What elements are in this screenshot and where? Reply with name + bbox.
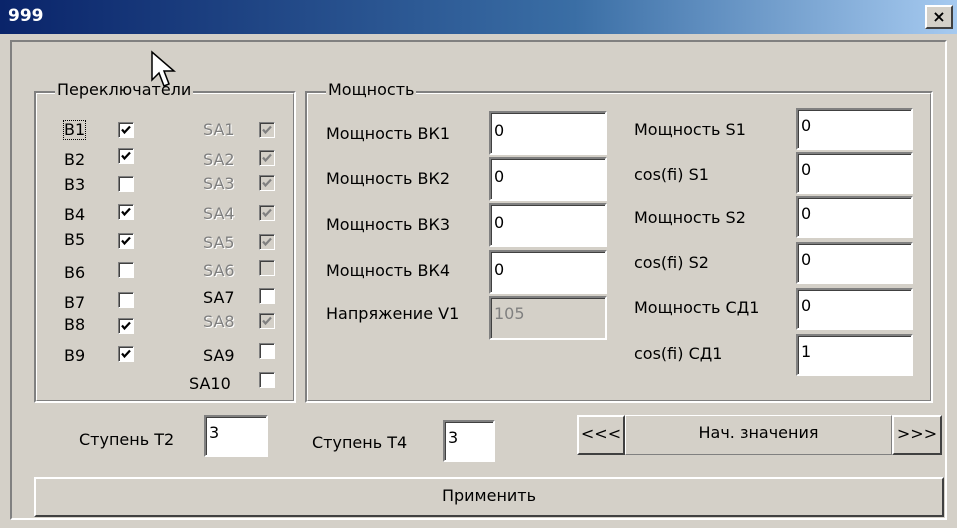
checkmark-icon — [121, 125, 131, 135]
b1-checkbox[interactable] — [118, 122, 134, 138]
b4-checkbox[interactable] — [118, 204, 134, 220]
sa6-checkbox — [259, 260, 275, 276]
b8-label: B8 — [64, 315, 86, 334]
title-bar: 999 × — [0, 0, 957, 34]
b9-label: B9 — [64, 346, 86, 365]
sa1-checkbox — [259, 122, 275, 138]
close-icon: × — [932, 7, 946, 26]
preset-name-display: Нач. значения — [625, 415, 892, 455]
power-bk4-input[interactable]: 0 — [489, 250, 607, 294]
sa5-checkbox — [259, 234, 275, 250]
power-bk1-label: Мощность ВК1 — [326, 124, 451, 143]
checkmark-icon — [262, 178, 272, 188]
sa7-label: SA7 — [203, 288, 235, 307]
voltage-v1-input: 105 — [489, 296, 607, 340]
sa3-checkbox — [259, 175, 275, 191]
sa9-label: SA9 — [203, 346, 235, 365]
cosfi-s1-label: cos(fi) S1 — [634, 165, 709, 184]
stage-t4-label: Ступень Т4 — [312, 433, 408, 452]
checkmark-icon — [262, 237, 272, 247]
sa1-label: SA1 — [203, 120, 235, 139]
checkmark-icon — [262, 316, 272, 326]
power-bk2-input[interactable]: 0 — [489, 157, 607, 201]
sa7-checkbox[interactable] — [259, 288, 275, 304]
power-sd1-label: Мощность СД1 — [634, 298, 760, 317]
apply-button[interactable]: Применить — [34, 477, 944, 517]
sa10-checkbox[interactable] — [259, 372, 275, 388]
window-title: 999 — [8, 6, 44, 26]
sa8-checkbox — [259, 313, 275, 329]
b7-label: B7 — [64, 293, 86, 312]
sa2-checkbox — [259, 150, 275, 166]
stage-t2-label: Ступень Т2 — [79, 430, 175, 449]
power-bk3-label: Мощность ВК3 — [326, 215, 451, 234]
power-bk4-label: Мощность ВК4 — [326, 261, 451, 280]
checkmark-icon — [121, 349, 131, 359]
checkmark-icon — [121, 207, 131, 217]
checkmark-icon — [262, 208, 272, 218]
sa4-label: SA4 — [203, 204, 235, 223]
b6-label: B6 — [64, 263, 86, 282]
voltage-v1-label: Напряжение V1 — [326, 304, 460, 323]
next-preset-button[interactable]: >>> — [892, 415, 942, 455]
b2-label: B2 — [64, 150, 86, 169]
b6-checkbox[interactable] — [118, 262, 134, 278]
power-bk2-label: Мощность ВК2 — [326, 169, 451, 188]
cosfi-s1-input[interactable]: 0 — [796, 152, 913, 194]
power-s2-input[interactable]: 0 — [796, 196, 913, 238]
power-legend: Мощность — [326, 80, 417, 99]
b3-label: B3 — [64, 175, 86, 194]
sa10-label: SA10 — [189, 374, 231, 393]
power-sd1-input[interactable]: 0 — [796, 288, 913, 330]
checkmark-icon — [262, 125, 272, 135]
sa6-label: SA6 — [203, 261, 235, 280]
checkmark-icon — [121, 321, 131, 331]
cosfi-sd1-label: cos(fi) СД1 — [634, 344, 723, 363]
sa5-label: SA5 — [203, 233, 235, 252]
cosfi-s2-label: cos(fi) S2 — [634, 253, 709, 272]
b5-label: B5 — [64, 230, 86, 249]
sa8-label: SA8 — [203, 312, 235, 331]
checkmark-icon — [121, 151, 131, 161]
b3-checkbox[interactable] — [118, 176, 134, 192]
sa3-label: SA3 — [203, 174, 235, 193]
b2-checkbox[interactable] — [118, 148, 134, 164]
mouse-cursor-icon — [151, 50, 177, 87]
close-button[interactable]: × — [925, 5, 953, 29]
cosfi-sd1-input[interactable]: 1 — [796, 334, 913, 376]
b8-checkbox[interactable] — [118, 318, 134, 334]
power-bk1-input[interactable]: 0 — [489, 111, 607, 155]
power-s1-input[interactable]: 0 — [796, 108, 913, 150]
checkmark-icon — [262, 153, 272, 163]
sa4-checkbox — [259, 205, 275, 221]
power-s1-label: Мощность S1 — [634, 120, 746, 139]
b9-checkbox[interactable] — [118, 346, 134, 362]
stage-t2-input[interactable]: 3 — [204, 415, 268, 457]
power-s2-label: Мощность S2 — [634, 208, 746, 227]
b7-checkbox[interactable] — [118, 292, 134, 308]
b4-label: B4 — [64, 205, 86, 224]
power-bk3-input[interactable]: 0 — [489, 203, 607, 247]
b1-label: B1 — [62, 120, 87, 140]
stage-t4-input[interactable]: 3 — [443, 420, 495, 462]
checkmark-icon — [121, 236, 131, 246]
prev-preset-button[interactable]: <<< — [577, 415, 625, 455]
sa2-label: SA2 — [203, 150, 235, 169]
cosfi-s2-input[interactable]: 0 — [796, 242, 913, 284]
sa9-checkbox[interactable] — [259, 343, 275, 359]
b5-checkbox[interactable] — [118, 233, 134, 249]
